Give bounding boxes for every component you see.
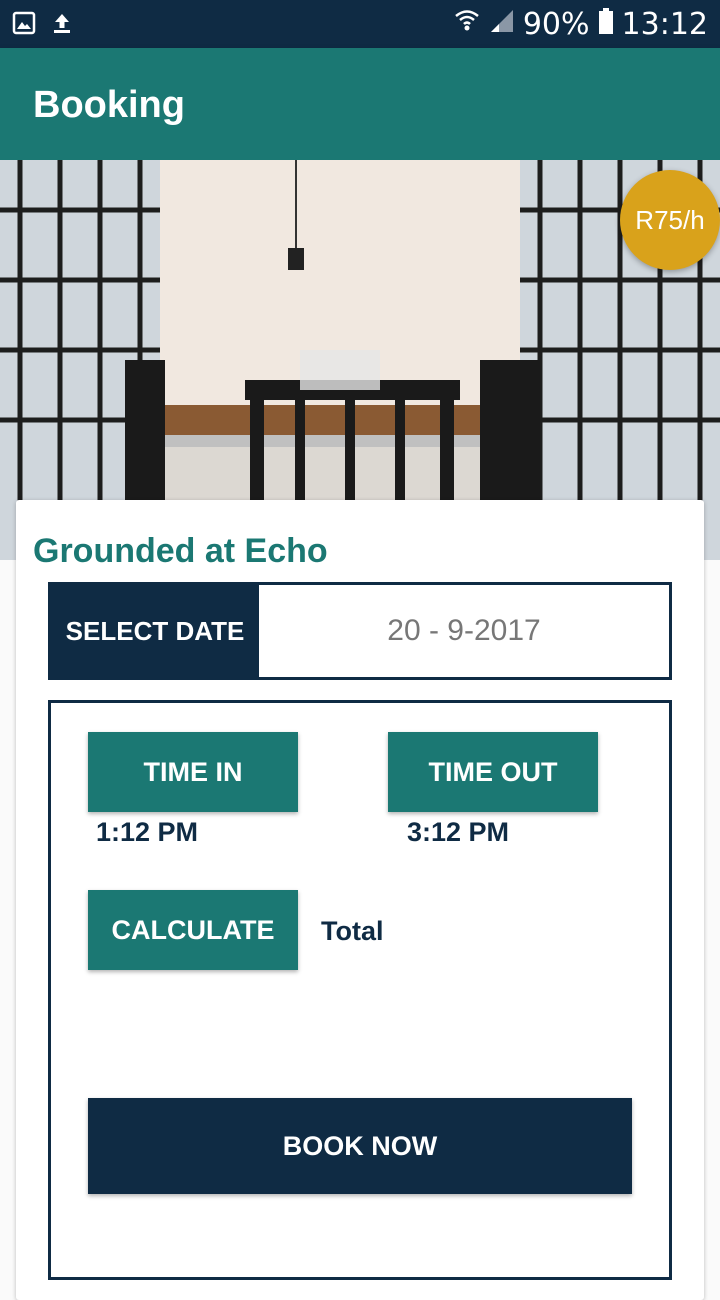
venue-name: Grounded at Echo <box>33 532 328 570</box>
selected-date: 20 - 9-2017 <box>387 614 541 647</box>
total-label: Total <box>321 916 384 946</box>
battery-level: 90% <box>522 6 590 42</box>
status-bar: 90% 13:12 <box>0 0 720 48</box>
time-in-value: 1:12 PM <box>96 817 199 847</box>
book-now-button[interactable]: BOOK NOW <box>88 1098 632 1194</box>
battery-icon <box>598 7 614 42</box>
price-badge: R75/h <box>620 170 720 270</box>
time-out-value: 3:12 PM <box>407 817 510 847</box>
time-out-button[interactable]: TIME OUT <box>388 732 598 812</box>
upload-icon <box>50 11 74 40</box>
wifi-icon <box>453 6 481 42</box>
signal-icon <box>489 7 515 42</box>
app-bar: Booking <box>0 48 720 160</box>
calculate-button[interactable]: CALCULATE <box>88 890 298 970</box>
page-title: Booking <box>33 84 185 126</box>
date-selector: SELECT DATE 20 - 9-2017 <box>48 582 672 680</box>
booking-card: Grounded at Echo SELECT DATE 20 - 9-2017… <box>16 500 704 1300</box>
time-in-button[interactable]: TIME IN <box>88 732 298 812</box>
select-date-button[interactable]: SELECT DATE <box>51 585 259 677</box>
image-icon <box>12 11 36 40</box>
time-panel: TIME IN TIME OUT 1:12 PM 3:12 PM CALCULA… <box>48 700 672 1280</box>
clock: 13:12 <box>621 6 708 42</box>
